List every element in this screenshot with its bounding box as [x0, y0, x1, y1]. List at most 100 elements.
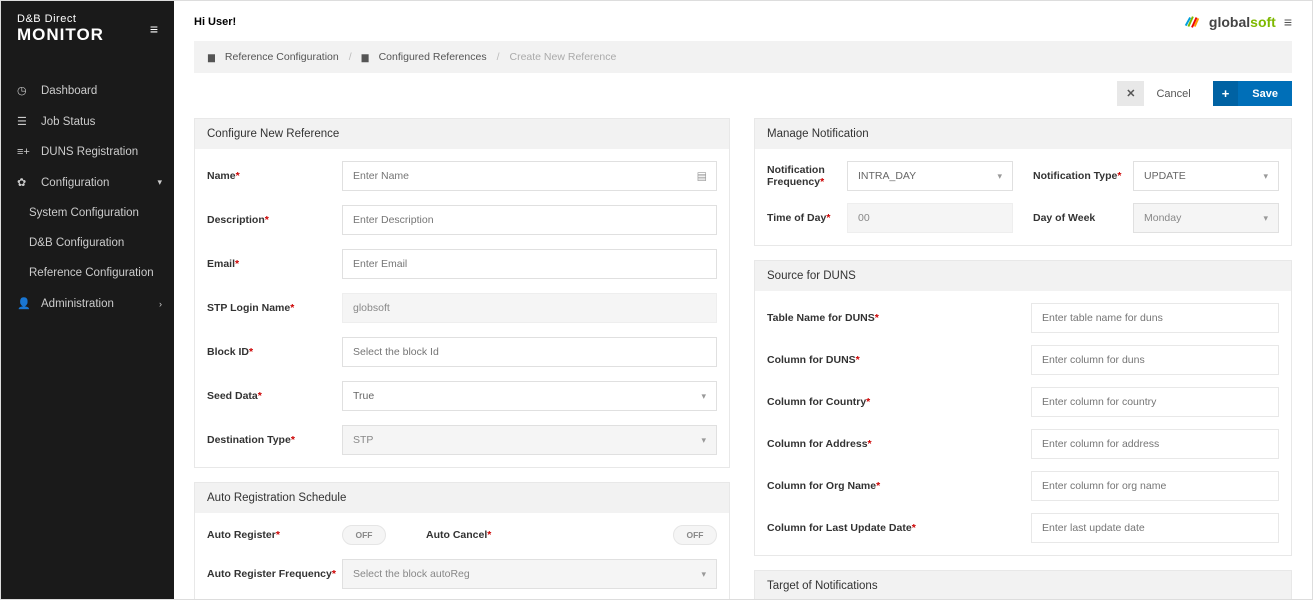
sidebar-item-system-configuration[interactable]: System Configuration	[1, 198, 174, 228]
greeting: Hi User!	[194, 16, 236, 28]
row-destination-type: Destination Type* STP ▾	[207, 425, 717, 455]
column-duns-input[interactable]	[1031, 345, 1279, 375]
description-input[interactable]	[342, 205, 717, 235]
caret-down-icon: ▾	[1263, 171, 1268, 182]
dashboard-icon: ◷	[17, 84, 33, 97]
table-name-duns-label: Table Name for DUNS*	[767, 312, 1031, 324]
notification-frequency-label: Notification Frequency*	[767, 164, 847, 188]
row-name: Name* ▤	[207, 161, 717, 191]
column-address-input[interactable]	[1031, 429, 1279, 459]
row-block-id: Block ID*	[207, 337, 717, 367]
duns-reg-icon: ≡+	[17, 146, 33, 158]
row-stp-login: STP Login Name*	[207, 293, 717, 323]
sidebar-item-label: D&B Configuration	[29, 237, 124, 249]
topbar: Hi User! globalsoft ≡	[194, 9, 1292, 41]
auto-register-toggle[interactable]: OFF	[342, 525, 386, 545]
content: Hi User! globalsoft ≡ ▆ Reference Config…	[174, 1, 1312, 599]
row-notification-bottom: Time of Day* Day of Week Monday ▾	[767, 203, 1279, 233]
sidebar-item-dashboard[interactable]: ◷ Dashboard	[1, 75, 174, 106]
left-column: Configure New Reference Name* ▤ Descript…	[194, 118, 730, 599]
job-status-icon: ☰	[17, 115, 33, 128]
row-column-duns: Column for DUNS*	[767, 345, 1279, 375]
column-country-input[interactable]	[1031, 387, 1279, 417]
panel-header: Manage Notification	[755, 119, 1291, 149]
notif-day-of-week-label: Day of Week	[1033, 212, 1133, 224]
column-last-update-input[interactable]	[1031, 513, 1279, 543]
cancel-button[interactable]: ✕ Cancel	[1117, 81, 1202, 106]
panel-header: Configure New Reference	[195, 119, 729, 149]
row-table-name-duns: Table Name for DUNS*	[767, 303, 1279, 333]
panel-body: Name* ▤ Description* Email*	[195, 149, 729, 467]
folder-icon: ▆	[362, 52, 369, 63]
card-icon: ▤	[697, 170, 707, 183]
row-description: Description*	[207, 205, 717, 235]
sidebar-item-configuration[interactable]: ✿ Configuration ▾	[1, 167, 174, 198]
seed-data-label: Seed Data*	[207, 390, 342, 402]
hamburger-icon[interactable]: ≡	[150, 21, 158, 37]
description-label: Description*	[207, 214, 342, 226]
notification-frequency-select[interactable]: INTRA_DAY ▾	[847, 161, 1013, 191]
notification-type-label: Notification Type*	[1033, 170, 1133, 182]
row-auto-register: Auto Register* OFF Auto Cancel* OFF	[207, 525, 717, 545]
breadcrumb: ▆ Reference Configuration / ▆ Configured…	[194, 41, 1292, 73]
name-input[interactable]	[342, 161, 717, 191]
breadcrumb-sep: /	[349, 51, 352, 63]
caret-down-icon: ▾	[701, 569, 706, 580]
brand-right: globalsoft ≡	[1183, 13, 1292, 31]
sidebar-item-label: Job Status	[41, 116, 95, 128]
destination-type-select[interactable]: STP ▾	[342, 425, 717, 455]
seed-data-select[interactable]: True ▾	[342, 381, 717, 411]
destination-type-value: STP	[353, 434, 373, 446]
sidebar-item-job-status[interactable]: ☰ Job Status	[1, 106, 174, 137]
sidebar-header: D&B Direct MONITOR ≡	[1, 1, 174, 57]
sidebar-item-label: DUNS Registration	[41, 146, 138, 158]
block-id-input[interactable]	[342, 337, 717, 367]
brand-main: MONITOR	[17, 25, 104, 45]
stp-login-label: STP Login Name*	[207, 302, 342, 314]
close-icon: ✕	[1117, 81, 1144, 106]
destination-type-label: Destination Type*	[207, 434, 342, 446]
caret-down-icon: ▾	[997, 171, 1002, 182]
right-column: Manage Notification Notification Frequen…	[754, 118, 1292, 599]
sidebar-item-duns-registration[interactable]: ≡+ DUNS Registration	[1, 137, 174, 167]
breadcrumb-a[interactable]: Reference Configuration	[225, 51, 339, 63]
breadcrumb-b[interactable]: Configured References	[379, 51, 487, 63]
auto-register-frequency-select[interactable]: Select the block autoReg ▾	[342, 559, 717, 589]
column-org-name-input[interactable]	[1031, 471, 1279, 501]
auto-register-label: Auto Register*	[207, 529, 342, 541]
column-org-name-label: Column for Org Name*	[767, 480, 1031, 492]
sidebar-item-reference-configuration[interactable]: Reference Configuration	[1, 258, 174, 288]
auto-register-frequency-label: Auto Register Frequency*	[207, 568, 342, 580]
sidebar-item-administration[interactable]: 👤 Administration ›	[1, 288, 174, 319]
row-column-last-update: Column for Last Update Date*	[767, 513, 1279, 543]
folder-icon: ▆	[208, 52, 215, 63]
column-last-update-label: Column for Last Update Date*	[767, 522, 1031, 534]
brand-right-b: soft	[1250, 14, 1276, 30]
chevron-down-icon: ▾	[157, 177, 162, 188]
breadcrumb-current: Create New Reference	[510, 51, 617, 63]
notif-time-of-day-input[interactable]	[847, 203, 1013, 233]
auto-reg-freq-placeholder: Select the block autoReg	[353, 568, 470, 580]
notif-day-of-week-select[interactable]: Monday ▾	[1133, 203, 1279, 233]
column-duns-label: Column for DUNS*	[767, 354, 1031, 366]
sidebar-item-db-configuration[interactable]: D&B Configuration	[1, 228, 174, 258]
panel-header: Source for DUNS	[755, 261, 1291, 291]
save-button[interactable]: + Save	[1213, 81, 1292, 106]
save-button-label: Save	[1238, 82, 1292, 106]
notification-type-select[interactable]: UPDATE ▾	[1133, 161, 1279, 191]
auto-cancel-toggle[interactable]: OFF	[673, 525, 717, 545]
stp-login-input	[342, 293, 717, 323]
row-column-org-name: Column for Org Name*	[767, 471, 1279, 501]
email-input[interactable]	[342, 249, 717, 279]
panel-source-for-duns: Source for DUNS Table Name for DUNS* Col…	[754, 260, 1292, 556]
table-name-duns-input[interactable]	[1031, 303, 1279, 333]
menu-icon[interactable]: ≡	[1284, 14, 1292, 30]
caret-down-icon: ▾	[701, 391, 706, 402]
panels: Configure New Reference Name* ▤ Descript…	[194, 118, 1292, 599]
user-icon: 👤	[17, 297, 33, 310]
notification-type-value: UPDATE	[1144, 170, 1186, 182]
notif-time-of-day-label: Time of Day*	[767, 212, 847, 224]
globe-icon	[1183, 13, 1201, 31]
panel-configure-reference: Configure New Reference Name* ▤ Descript…	[194, 118, 730, 468]
notification-frequency-value: INTRA_DAY	[858, 170, 916, 182]
